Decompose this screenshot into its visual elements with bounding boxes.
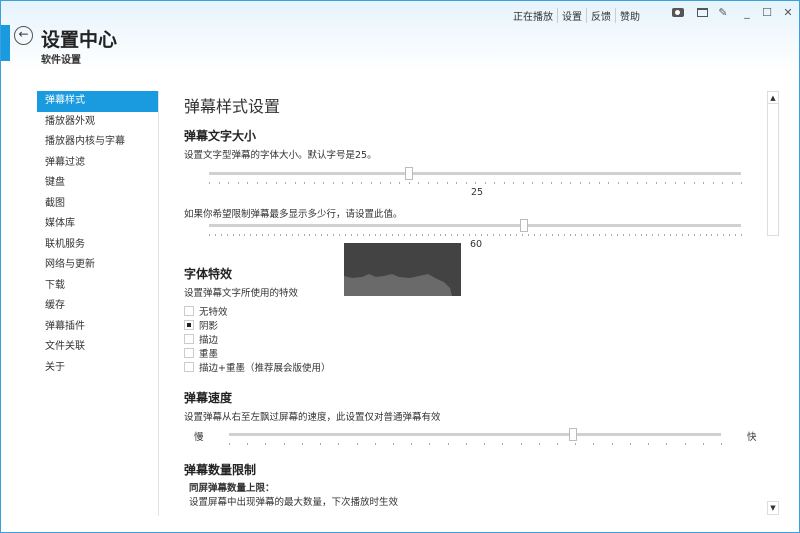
effect-option[interactable]: 重墨 [184, 346, 330, 360]
effects-desc: 设置弹幕文字所使用的特效 [184, 288, 299, 299]
sidebar-item[interactable]: 媒体库 [37, 214, 158, 235]
page-title: 设置中心 [41, 29, 118, 51]
slider-ticks [209, 182, 742, 185]
option-label: 描边+重墨（推荐展会版使用） [199, 363, 331, 374]
effect-option[interactable]: 阴影 [184, 318, 330, 332]
scrollbar[interactable]: ▲ [767, 91, 779, 236]
option-label: 阴影 [199, 321, 219, 332]
divider [158, 91, 159, 516]
checkbox[interactable] [184, 334, 194, 344]
checkbox[interactable] [184, 320, 194, 330]
slider-ticks [209, 234, 742, 237]
slider-thumb[interactable] [405, 167, 414, 180]
sidebar-item[interactable]: 文件关联 [37, 337, 158, 358]
limit-desc: 设置屏幕中出现弹幕的最大数量，下次播放时生效 [189, 497, 399, 508]
checkbox[interactable] [184, 348, 194, 358]
slider-ticks [229, 443, 722, 446]
speed-slider[interactable] [229, 428, 722, 445]
close-icon[interactable]: ✕ [781, 6, 795, 20]
top-links: 正在播放 设置 反馈 赞助 [509, 8, 644, 23]
sidebar-item[interactable]: 键盘 [37, 173, 158, 194]
sidebar-item[interactable]: 弹幕插件 [37, 317, 158, 338]
effect-preview [344, 243, 461, 296]
slider-thumb[interactable] [569, 428, 578, 441]
sidebar-item[interactable]: 播放器内核与字幕 [37, 132, 158, 153]
minimize-icon[interactable]: _ [740, 6, 754, 20]
lines-slider[interactable] [209, 219, 742, 236]
effect-option[interactable]: 描边+重墨（推荐展会版使用） [184, 360, 330, 374]
checkbox[interactable] [184, 306, 194, 316]
sidebar-item[interactable]: 下载 [37, 276, 158, 297]
font-size-desc: 设置文字型弹幕的字体大小。默认字号是25。 [184, 150, 377, 161]
speed-slow-label: 慢 [194, 432, 204, 443]
font-size-slider[interactable] [209, 167, 742, 184]
back-arrow-icon[interactable]: ← [14, 26, 33, 45]
mini-mode-icon[interactable] [695, 6, 709, 20]
sidebar-item[interactable]: 弹幕样式 [37, 91, 158, 112]
effects-options: 无特效阴影描边重墨描边+重墨（推荐展会版使用） [184, 304, 330, 374]
lines-desc: 如果你希望限制弹幕最多显示多少行，请设置此值。 [184, 209, 403, 220]
effect-option[interactable]: 无特效 [184, 304, 330, 318]
link-settings[interactable]: 设置 [557, 8, 586, 23]
link-now-playing[interactable]: 正在播放 [509, 8, 557, 23]
sidebar-item[interactable]: 关于 [37, 358, 158, 379]
checkbox[interactable] [184, 362, 194, 372]
option-label: 无特效 [199, 307, 228, 318]
sidebar-item[interactable]: 缓存 [37, 296, 158, 317]
sidebar-item[interactable]: 播放器外观 [37, 112, 158, 133]
link-feedback[interactable]: 反馈 [586, 8, 615, 23]
sidebar-item[interactable]: 网络与更新 [37, 255, 158, 276]
slider-thumb[interactable] [520, 219, 529, 232]
scroll-down-icon[interactable]: ▼ [767, 501, 779, 515]
effects-heading: 字体特效 [184, 267, 233, 281]
sidebar-item[interactable]: 联机服务 [37, 235, 158, 256]
scroll-up-icon[interactable]: ▲ [768, 92, 778, 104]
pin-icon[interactable]: ✎ [716, 6, 730, 20]
option-label: 描边 [199, 335, 219, 346]
font-size-value: 25 [471, 187, 484, 198]
sidebar-item[interactable]: 弹幕过滤 [37, 153, 158, 174]
sidebar-item[interactable]: 截图 [37, 194, 158, 215]
maximize-icon[interactable]: ☐ [760, 6, 774, 20]
accent-bar [1, 25, 10, 61]
speed-fast-label: 快 [747, 432, 757, 443]
page-subtitle: 软件设置 [41, 55, 81, 66]
camera-icon[interactable] [671, 6, 685, 20]
sidebar: 弹幕样式 播放器外观 播放器内核与字幕 弹幕过滤 键盘 截图 媒体库 联机服务 网络与更新 下载缓… [37, 91, 158, 378]
limit-subheading: 同屏弹幕数量上限： [189, 483, 275, 494]
lines-value: 60 [470, 239, 483, 250]
limit-heading: 弹幕数量限制 [184, 463, 257, 477]
speed-desc: 设置弹幕从右至左飘过屏幕的速度，此设置仅对普通弹幕有效 [184, 412, 441, 423]
option-label: 重墨 [199, 349, 219, 360]
settings-window: ← 设置中心 软件设置 正在播放 设置 反馈 赞助 ✎ _ ☐ ✕ 弹幕样式 播放… [0, 0, 800, 533]
link-donate[interactable]: 赞助 [615, 8, 644, 23]
font-size-heading: 弹幕文字大小 [184, 129, 257, 143]
speed-heading: 弹幕速度 [184, 391, 233, 405]
section-title: 弹幕样式设置 [184, 97, 281, 116]
effect-option[interactable]: 描边 [184, 332, 330, 346]
